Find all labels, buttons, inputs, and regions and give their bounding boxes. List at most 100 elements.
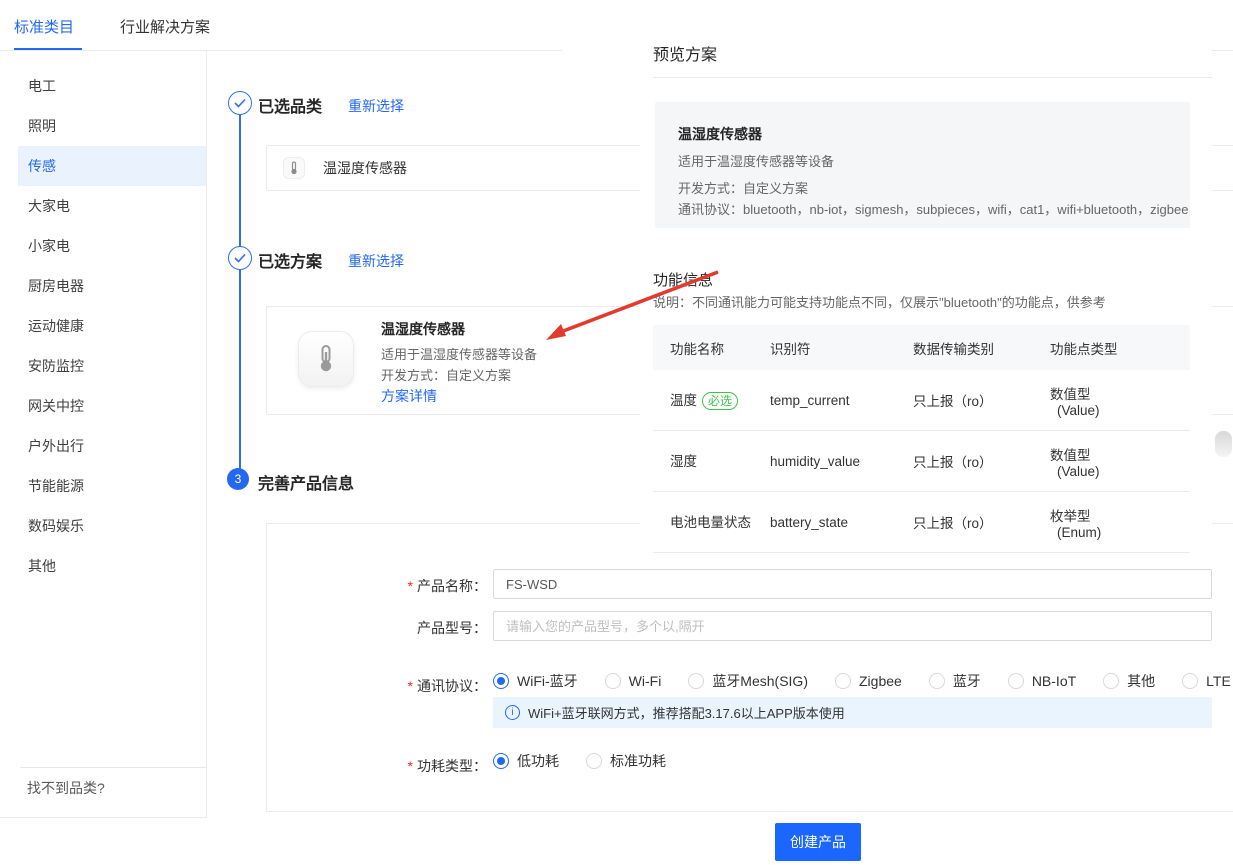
protocol-radio-option[interactable]: Wi-Fi (605, 673, 662, 689)
protocol-hint: i WiFi+蓝牙联网方式，推荐搭配3.17.6以上APP版本使用 (493, 697, 1212, 728)
radio-icon[interactable] (1103, 673, 1119, 689)
preview-panel: 预览方案 温湿度传感器 适用于温湿度传感器等设备 开发方式：自定义方案 通讯协议… (640, 30, 1212, 560)
function-code-cell: battery_state (770, 515, 913, 530)
solution-desc: 适用于温湿度传感器等设备 (381, 344, 537, 363)
step2-check-icon (228, 246, 252, 270)
info-icon: i (505, 705, 520, 720)
step1-reselect-link[interactable]: 重新选择 (348, 96, 404, 116)
radio-icon[interactable] (688, 673, 704, 689)
radio-icon[interactable] (1008, 673, 1024, 689)
function-type-cell: 数值型(Value) (1050, 383, 1190, 418)
thermometer-icon (283, 157, 305, 179)
step2-title: 已选方案 (258, 248, 322, 272)
required-asterisk: * (408, 678, 413, 694)
required-badge: 必选 (702, 392, 738, 410)
sidebar-item[interactable]: 电工 (0, 66, 206, 106)
protocol-radio-option[interactable]: LTE Cat.1 (1182, 673, 1233, 689)
protocol-radio-option[interactable]: 蓝牙Mesh(SIG) (688, 671, 808, 691)
protocol-radio-option[interactable]: WiFi-蓝牙 (493, 671, 578, 691)
function-transfer-cell: 只上报（ro） (913, 390, 1050, 410)
category-sidebar: 电工照明传感大家电小家电厨房电器运动健康安防监控网关中控户外出行节能能源数码娱乐… (0, 51, 207, 818)
product-info-form: *产品名称： 产品型号： *通讯协议： WiFi-蓝牙Wi-Fi蓝牙Mesh(S… (266, 523, 1233, 812)
step1-title: 已选品类 (258, 93, 322, 117)
function-table-header-cell: 功能点类型 (1050, 338, 1190, 358)
sidebar-item[interactable]: 户外出行 (0, 426, 206, 466)
function-table: 功能名称识别符数据传输类别功能点类型 温度必选temp_current只上报（r… (653, 325, 1190, 553)
solution-name: 温湿度传感器 (381, 319, 465, 339)
protocol-label: *通讯协议： (267, 676, 487, 696)
sidebar-divider (20, 767, 206, 768)
function-code-cell: temp_current (770, 393, 913, 408)
radio-icon[interactable] (586, 753, 602, 769)
sidebar-item[interactable]: 网关中控 (0, 386, 206, 426)
sidebar-item[interactable]: 大家电 (0, 186, 206, 226)
radio-label: Wi-Fi (629, 673, 662, 689)
sidebar-item[interactable]: 运动健康 (0, 306, 206, 346)
sidebar-item[interactable]: 其他 (0, 546, 206, 586)
function-table-row: 湿度humidity_value只上报（ro）数值型(Value) (653, 431, 1190, 492)
create-product-button[interactable]: 创建产品 (775, 823, 861, 861)
product-name-label: *产品名称： (267, 576, 487, 596)
protocol-radio-option[interactable]: 其他 (1103, 671, 1155, 691)
protocol-radio-option[interactable]: NB-IoT (1008, 673, 1076, 689)
power-type-label: *功耗类型： (267, 756, 487, 776)
function-name-cell: 电池电量状态 (670, 513, 770, 532)
function-table-header-cell: 识别符 (770, 338, 913, 358)
function-table-row: 电池电量状态battery_state只上报（ro）枚举型(Enum) (653, 492, 1190, 553)
function-transfer-cell: 只上报（ro） (913, 451, 1050, 471)
function-table-row: 温度必选temp_current只上报（ro）数值型(Value) (653, 370, 1190, 431)
preview-solution-desc: 适用于温湿度传感器等设备 (678, 151, 834, 170)
preview-dev-mode: 开发方式：自定义方案 (678, 178, 808, 197)
radio-icon[interactable] (493, 753, 509, 769)
radio-label: 低功耗 (517, 751, 559, 771)
radio-icon[interactable] (835, 673, 851, 689)
solution-dev-mode: 开发方式：自定义方案 (381, 365, 511, 384)
protocol-radio-option[interactable]: 蓝牙 (929, 671, 981, 691)
step-rail (239, 115, 241, 470)
selected-category-name: 温湿度传感器 (323, 158, 407, 178)
preview-protocols: 通讯协议：bluetooth，nb-iot，sigmesh，subpieces，… (678, 199, 1188, 218)
radio-label: 标准功耗 (610, 751, 666, 771)
sidebar-item[interactable]: 传感 (18, 146, 206, 186)
required-asterisk: * (408, 578, 413, 594)
power-type-radio-option[interactable]: 低功耗 (493, 751, 559, 771)
scrollbar-thumb[interactable] (1215, 431, 1232, 457)
power-type-radio-option[interactable]: 标准功耗 (586, 751, 666, 771)
sidebar-item[interactable]: 照明 (0, 106, 206, 146)
radio-icon[interactable] (605, 673, 621, 689)
sidebar-item[interactable]: 节能能源 (0, 466, 206, 506)
protocol-radio-option[interactable]: Zigbee (835, 673, 902, 689)
function-table-header-cell: 功能名称 (670, 338, 770, 358)
preview-summary-card: 温湿度传感器 适用于温湿度传感器等设备 开发方式：自定义方案 通讯协议：blue… (655, 102, 1190, 228)
sidebar-item[interactable]: 小家电 (0, 226, 206, 266)
radio-label: NB-IoT (1032, 673, 1076, 689)
function-info-note: 说明：不同通讯能力可能支持功能点不同，仅展示"bluetooth"的功能点，供参… (653, 292, 1106, 311)
product-model-input[interactable] (493, 611, 1212, 641)
radio-icon[interactable] (929, 673, 945, 689)
tab-industry-solution[interactable]: 行业解决方案 (120, 16, 210, 37)
step3-title: 完善产品信息 (258, 470, 354, 494)
radio-label: Zigbee (859, 673, 902, 689)
sidebar-item[interactable]: 安防监控 (0, 346, 206, 386)
preview-solution-name: 温湿度传感器 (678, 124, 762, 144)
cant-find-category-link[interactable]: 找不到品类? (27, 778, 105, 798)
radio-label: 蓝牙 (953, 671, 981, 691)
product-name-input[interactable] (493, 569, 1212, 599)
tabbar-border-fragment (1212, 50, 1233, 51)
protocol-options: WiFi-蓝牙 Wi-Fi 蓝牙Mesh(SIG) Zigbee 蓝牙 NB-IoT 其他 L… (493, 670, 1233, 692)
category-list: 电工照明传感大家电小家电厨房电器运动健康安防监控网关中控户外出行节能能源数码娱乐… (0, 51, 206, 586)
sidebar-item[interactable]: 厨房电器 (0, 266, 206, 306)
preview-divider (653, 77, 1212, 78)
step3-number-icon: 3 (227, 468, 249, 490)
power-type-options: 低功耗 标准功耗 (493, 750, 666, 772)
solution-detail-link[interactable]: 方案详情 (381, 386, 437, 406)
create-product-page: 标准类目 行业解决方案 电工照明传感大家电小家电厨房电器运动健康安防监控网关中控… (0, 0, 1233, 865)
radio-icon[interactable] (1182, 673, 1198, 689)
tab-standard-category[interactable]: 标准类目 (14, 16, 74, 37)
step1-check-icon (228, 91, 252, 115)
thermometer-app-icon (298, 331, 354, 387)
step3-number: 3 (235, 472, 242, 486)
radio-icon[interactable] (493, 673, 509, 689)
sidebar-item[interactable]: 数码娱乐 (0, 506, 206, 546)
step2-reselect-link[interactable]: 重新选择 (348, 251, 404, 271)
